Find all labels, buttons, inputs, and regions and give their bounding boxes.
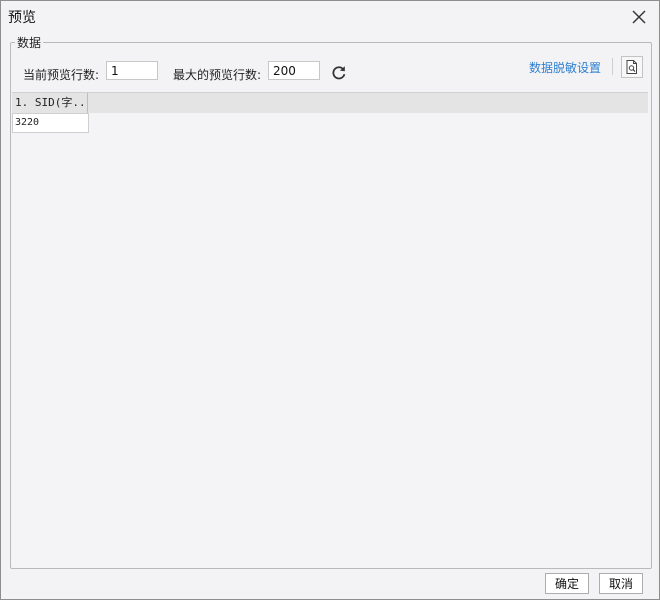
data-group-label: 数据 (15, 34, 44, 51)
data-groupbox: 数据 当前预览行数: 最大的预览行数: 数据脱敏设置 1. SID(字... (10, 34, 652, 569)
refresh-button[interactable] (329, 63, 349, 83)
preview-data-grid: 1. SID(字... 3220 (12, 92, 648, 567)
dialog-title: 预览 (8, 10, 36, 26)
close-button[interactable] (627, 5, 651, 29)
column-header-sid[interactable]: 1. SID(字... (12, 93, 88, 113)
toolbar-separator (612, 58, 613, 75)
current-rows-label: 当前预览行数: (23, 68, 100, 82)
title-bar[interactable]: 预览 (1, 1, 659, 33)
preview-dialog: 预览 数据 当前预览行数: 最大的预览行数: 数据脱敏设置 (0, 0, 660, 600)
table-cell[interactable]: 3220 (12, 113, 89, 133)
close-icon (632, 10, 646, 24)
grid-header-row: 1. SID(字... (12, 93, 648, 113)
max-rows-input[interactable] (268, 61, 320, 80)
document-search-icon (626, 60, 637, 74)
preview-document-button[interactable] (621, 56, 643, 78)
data-masking-settings-link[interactable]: 数据脱敏设置 (529, 59, 601, 76)
max-rows-label: 最大的预览行数: (173, 68, 262, 82)
cancel-button[interactable]: 取消 (599, 573, 643, 594)
current-rows-input[interactable] (106, 61, 158, 80)
refresh-icon (332, 66, 346, 80)
ok-button[interactable]: 确定 (545, 573, 589, 594)
